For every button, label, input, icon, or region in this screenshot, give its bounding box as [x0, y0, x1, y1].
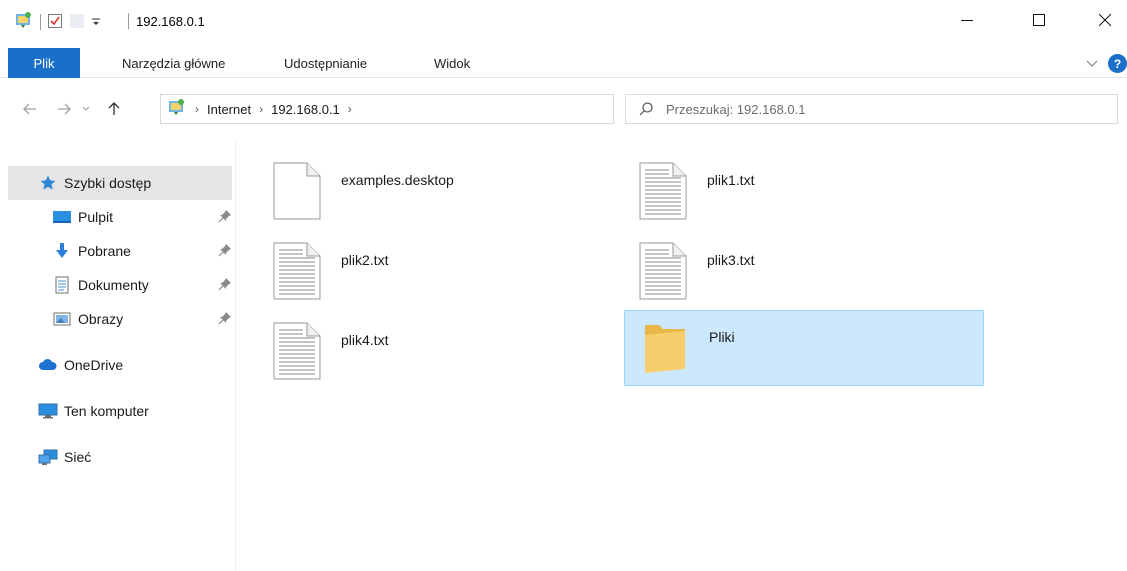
sidebar-item-label: Ten komputer: [64, 403, 149, 419]
cloud-icon: [38, 355, 58, 375]
file-item[interactable]: plik3.txt: [603, 226, 963, 302]
maximize-button[interactable]: [1016, 0, 1062, 40]
pictures-icon: [52, 309, 72, 329]
recent-locations-button[interactable]: [78, 96, 94, 122]
file-item[interactable]: plik2.txt: [237, 226, 597, 302]
customize-qat-icon[interactable]: [91, 15, 101, 30]
breadcrumb: › Internet › 192.168.0.1 ›: [167, 95, 352, 123]
sidebar-item-label: Sieć: [64, 449, 92, 465]
sidebar-item-label: Dokumenty: [78, 277, 149, 293]
back-arrow-icon: [23, 103, 36, 115]
navigation-pane: Szybki dostęp Pulpit Pobrane Dokumenty O…: [0, 140, 236, 571]
file-name: plik3.txt: [707, 252, 755, 268]
folder-name: Pliki: [709, 329, 735, 345]
back-button[interactable]: [18, 96, 42, 122]
ribbon-tabs: Plik Narzędzia główne Udostępnianie Wido…: [0, 48, 1127, 78]
network-location-icon: [167, 98, 187, 121]
pin-icon[interactable]: [218, 277, 232, 291]
minimize-button[interactable]: [944, 0, 990, 40]
qat-separator: [40, 14, 41, 30]
quick-access-toolbar: [14, 10, 101, 34]
forward-button[interactable]: [52, 96, 76, 122]
sidebar-item-label: Szybki dostęp: [64, 175, 152, 191]
minimize-icon: [961, 20, 973, 21]
sidebar-item-this-pc[interactable]: Ten komputer: [8, 394, 232, 428]
tab-view[interactable]: Widok: [434, 48, 470, 78]
file-name: plik2.txt: [341, 252, 389, 268]
properties-check-icon[interactable]: [47, 13, 63, 32]
chevron-down-icon: [82, 106, 90, 111]
sidebar-item-pictures[interactable]: Obrazy: [8, 302, 232, 336]
sidebar-item-downloads[interactable]: Pobrane: [8, 234, 232, 268]
pin-icon[interactable]: [218, 311, 232, 325]
text-file-icon: [273, 322, 321, 380]
window-title: 192.168.0.1: [136, 14, 205, 29]
sidebar-item-label: Obrazy: [78, 311, 124, 327]
tab-share[interactable]: Udostępnianie: [284, 48, 367, 78]
star-icon: [38, 173, 58, 193]
text-file-icon: [639, 242, 687, 300]
sidebar-item-label: OneDrive: [64, 357, 124, 373]
sidebar-item-onedrive[interactable]: OneDrive: [8, 348, 232, 382]
close-button[interactable]: [1082, 0, 1127, 40]
breadcrumb-internet[interactable]: Internet: [207, 102, 251, 117]
search-icon: [639, 102, 653, 116]
file-name: examples.desktop: [341, 172, 454, 188]
blank-file-icon: [273, 162, 321, 220]
network-folder-icon[interactable]: [14, 11, 34, 34]
title-separator: [128, 13, 129, 29]
maximize-icon: [1033, 14, 1045, 26]
file-list: examples.desktop plik1.txt plik2.txt pli…: [237, 140, 1127, 571]
file-item[interactable]: plik1.txt: [603, 146, 963, 222]
file-item[interactable]: examples.desktop: [237, 146, 597, 222]
sidebar-item-desktop[interactable]: Pulpit: [8, 200, 232, 234]
search-input[interactable]: [666, 95, 1106, 123]
sidebar-item-label: Pobrane: [78, 243, 131, 259]
close-icon: [1099, 14, 1111, 26]
folder-icon: [645, 325, 685, 373]
address-bar[interactable]: › Internet › 192.168.0.1 ›: [160, 94, 758, 124]
sidebar-item-label: Pulpit: [78, 209, 114, 225]
text-file-icon: [273, 242, 321, 300]
folder-item[interactable]: Pliki: [624, 310, 984, 386]
help-button[interactable]: ?: [1108, 54, 1127, 73]
file-item[interactable]: plik4.txt: [237, 306, 597, 382]
tab-home[interactable]: Narzędzia główne: [122, 48, 225, 78]
file-name: plik4.txt: [341, 332, 389, 348]
new-folder-icon[interactable]: [69, 13, 85, 32]
sidebar-item-documents[interactable]: Dokumenty: [8, 268, 232, 302]
forward-arrow-icon: [58, 103, 71, 115]
chevron-down-icon: [1086, 60, 1098, 67]
breadcrumb-chevron-icon[interactable]: ›: [195, 102, 199, 116]
up-arrow-icon: [108, 102, 120, 115]
documents-icon: [52, 275, 72, 295]
breadcrumb-chevron-icon[interactable]: ›: [348, 102, 352, 116]
pin-icon[interactable]: [218, 243, 232, 257]
download-arrow-icon: [52, 241, 72, 261]
breadcrumb-ip[interactable]: 192.168.0.1: [271, 102, 340, 117]
file-name: plik1.txt: [707, 172, 755, 188]
network-icon: [38, 447, 58, 467]
breadcrumb-chevron-icon[interactable]: ›: [259, 102, 263, 116]
computer-icon: [38, 401, 58, 421]
text-file-icon: [639, 162, 687, 220]
expand-ribbon-button[interactable]: [1083, 54, 1101, 72]
navigation-bar: › Internet › 192.168.0.1 ›: [0, 90, 1127, 130]
sidebar-item-network[interactable]: Sieć: [8, 440, 232, 474]
title-bar: 192.168.0.1: [0, 0, 1127, 44]
tab-file[interactable]: Plik: [8, 48, 80, 78]
sidebar-item-quick-access[interactable]: Szybki dostęp: [8, 166, 232, 200]
pin-icon[interactable]: [218, 209, 232, 223]
up-button[interactable]: [102, 96, 126, 122]
desktop-icon: [52, 207, 72, 227]
search-box[interactable]: [625, 94, 1118, 124]
